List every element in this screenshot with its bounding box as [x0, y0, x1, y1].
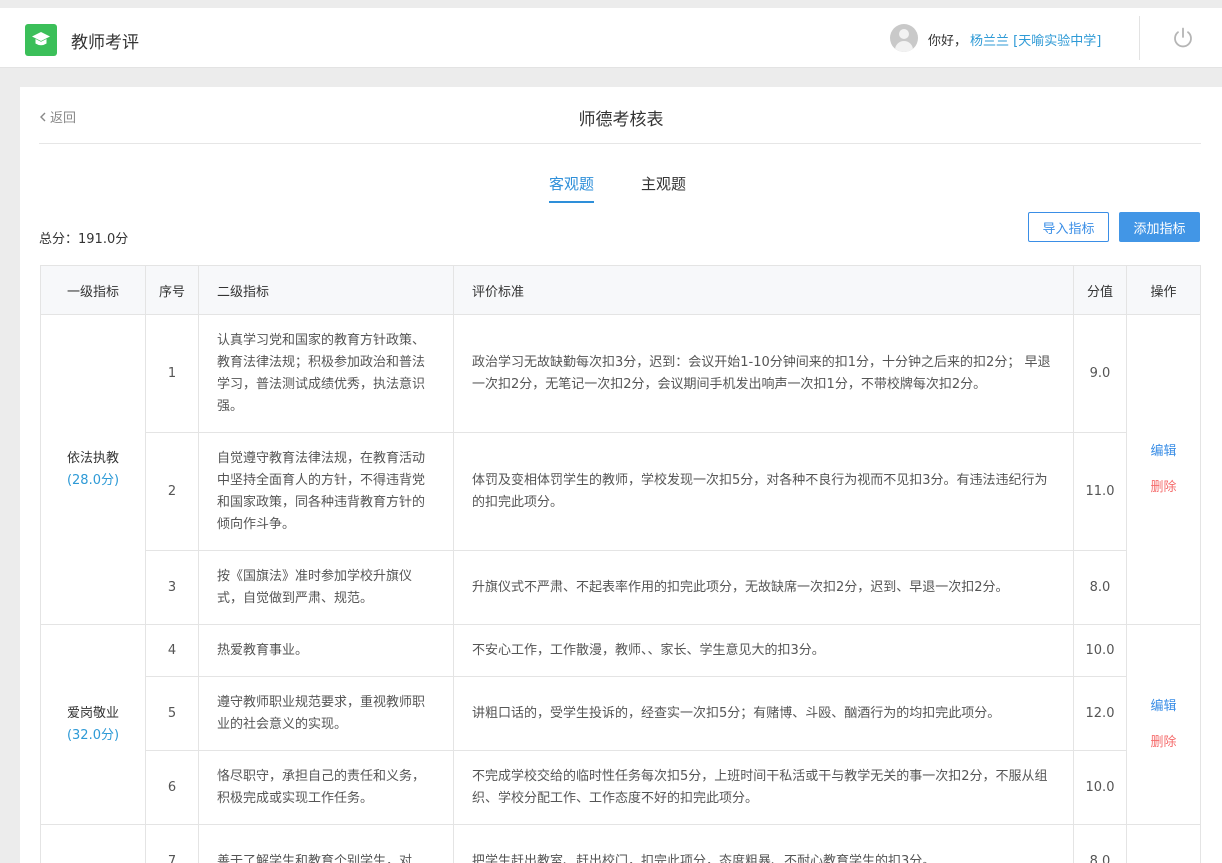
row-value: 9.0	[1073, 314, 1127, 433]
greeting-text: 你好，	[928, 34, 968, 49]
ops-cell: 编辑 删除	[1126, 314, 1201, 625]
avatar[interactable]	[890, 24, 918, 52]
row-no: 3	[145, 550, 199, 625]
table-row: 爱岗敬业 (32.0分) 4 热爱教育事业。 不安心工作，工作散漫，教师、、家长…	[40, 624, 1201, 825]
add-indicator-button[interactable]: 添加指标	[1119, 212, 1200, 242]
app-title: 教师考评	[71, 33, 139, 53]
row-indicator: 热爱教育事业。	[198, 624, 454, 677]
table-header-row: 一级指标 序号 二级指标 评价标准 分值 操作	[40, 265, 1201, 315]
level1-cell	[40, 824, 146, 863]
tab-objective[interactable]: 客观题	[549, 173, 595, 203]
col-header-level1: 一级指标	[40, 265, 146, 315]
delete-link[interactable]: 删除	[1127, 477, 1200, 499]
row-criteria: 政治学习无故缺勤每次扣3分，迟到：会议开始1-10分钟间来的扣1分，十分钟之后来…	[453, 314, 1074, 433]
row-criteria: 体罚及变相体罚学生的教师，学校发现一次扣5分，对各种不良行为视而不见扣3分。有违…	[453, 432, 1074, 551]
total-score: 总分：191.0分	[39, 232, 129, 247]
row-indicator: 遵守教师职业规范要求，重视教师职业的社会意义的实现。	[198, 676, 454, 751]
row-criteria: 不完成学校交给的临时性任务每次扣5分，上班时间干私活或干与教学无关的事一次扣2分…	[453, 750, 1074, 825]
row-no: 1	[145, 314, 199, 433]
row-value: 8.0	[1073, 824, 1127, 863]
level1-cell: 爱岗敬业 (32.0分)	[40, 624, 146, 825]
edit-link[interactable]: 编辑	[1127, 441, 1200, 463]
title-divider	[39, 143, 1201, 144]
row-indicator: 善于了解学生和教育个别学生，对	[198, 824, 454, 863]
level1-name: 依法执教	[66, 450, 119, 466]
level1-name: 爱岗敬业	[66, 705, 119, 721]
graduation-cap-icon	[32, 32, 50, 46]
table-row: 6 恪尽职守，承担自己的责任和义务，积极完成或实现工作任务。 不完成学校交给的临…	[41, 750, 1201, 825]
col-header-ops: 操作	[1126, 265, 1201, 315]
table-row: 5 遵守教师职业规范要求，重视教师职业的社会意义的实现。 讲粗口话的，受学生投诉…	[41, 676, 1201, 751]
ops-cell	[1126, 824, 1201, 863]
row-indicator: 恪尽职守，承担自己的责任和义务，积极完成或实现工作任务。	[198, 750, 454, 825]
row-criteria: 不安心工作，工作散漫，教师、、家长、学生意见大的扣3分。	[453, 624, 1074, 677]
table-row: 依法执教 (28.0分) 1 认真学习党和国家的教育方针政策、教育法律法规；积极…	[40, 314, 1201, 625]
level1-cell: 依法执教 (28.0分)	[40, 314, 146, 625]
row-indicator: 认真学习党和国家的教育方针政策、教育法律法规；积极参加政治和普法学习，普法测试成…	[198, 314, 454, 433]
row-criteria: 升旗仪式不严肃、不起表率作用的扣完此项分，无故缺席一次扣2分，迟到、早退一次扣2…	[453, 550, 1074, 625]
page-title: 师德考核表	[578, 110, 664, 130]
row-no: 2	[145, 432, 199, 551]
row-value: 12.0	[1073, 676, 1127, 751]
table-row: 7 善于了解学生和教育个别学生，对 把学生赶出教室、赶出校门，扣完此项分，态度粗…	[40, 824, 1201, 863]
row-no: 4	[145, 624, 199, 677]
row-indicator: 按《国旗法》准时参加学校升旗仪式，自觉做到严肃、规范。	[198, 550, 454, 625]
level1-score: (32.0分)	[66, 727, 120, 743]
row-indicator: 自觉遵守教育法律法规，在教育活动中坚持全面育人的方针，不得违背党和国家政策，同各…	[198, 432, 454, 551]
edit-link[interactable]: 编辑	[1127, 696, 1200, 718]
row-no: 5	[145, 676, 199, 751]
indicator-table: 一级指标 序号 二级指标 评价标准 分值 操作 依法执教 (28.0分) 1 认…	[40, 265, 1201, 863]
col-header-no: 序号	[145, 265, 199, 315]
app-logo	[25, 24, 57, 56]
top-header: 教师考评 你好， 杨兰兰 [天喻实验中学]	[0, 8, 1222, 68]
col-header-value: 分值	[1073, 265, 1127, 315]
power-icon[interactable]	[1171, 26, 1195, 50]
row-criteria: 讲粗口话的，受学生投诉的，经查实一次扣5分；有赌博、斗殴、酗酒行为的均扣完此项分…	[453, 676, 1074, 751]
import-indicators-button[interactable]: 导入指标	[1028, 212, 1109, 242]
table-row: 2 自觉遵守教育法律法规，在教育活动中坚持全面育人的方针，不得违背党和国家政策，…	[41, 432, 1201, 551]
ops-cell: 编辑 删除	[1126, 624, 1201, 825]
row-value: 8.0	[1073, 550, 1127, 625]
row-no: 6	[145, 750, 199, 825]
row-value: 11.0	[1073, 432, 1127, 551]
row-criteria: 把学生赶出教室、赶出校门，扣完此项分，态度粗暴、不耐心教育学生的扣3分。	[453, 824, 1074, 863]
row-value: 10.0	[1073, 624, 1127, 677]
user-name-link[interactable]: 杨兰兰 [天喻实验中学]	[970, 30, 1101, 49]
tab-subjective[interactable]: 主观题	[641, 173, 686, 203]
level1-score: (28.0分)	[66, 472, 120, 488]
main-card: 返回 师德考核表 客观题 主观题 总分：191.0分 导入指标 添加指标 一级指…	[20, 87, 1222, 863]
delete-link[interactable]: 删除	[1127, 732, 1200, 754]
col-header-criteria: 评价标准	[453, 265, 1074, 315]
table-row: 3 按《国旗法》准时参加学校升旗仪式，自觉做到严肃、规范。 升旗仪式不严肃、不起…	[41, 550, 1201, 625]
col-header-level2: 二级指标	[198, 265, 454, 315]
row-no: 7	[145, 824, 199, 863]
row-value: 10.0	[1073, 750, 1127, 825]
header-divider	[1139, 16, 1140, 60]
